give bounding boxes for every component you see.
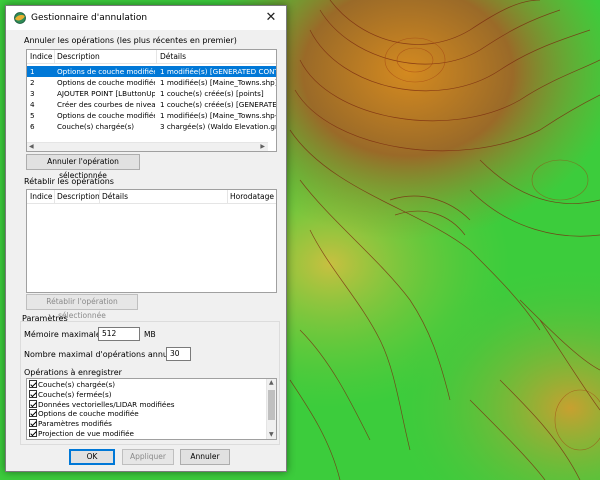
undo-cell-index: 5	[30, 111, 35, 120]
memory-unit: MB	[144, 330, 156, 339]
checkbox-checked-icon[interactable]	[29, 429, 37, 437]
checkbox-checked-icon[interactable]	[29, 380, 37, 388]
undo-cell-details: 1 modifiée(s) [Maine_Towns.shp]	[160, 78, 277, 87]
undo-cell-details: 3 chargée(s) (Waldo Elevation.gm	[160, 122, 277, 131]
column-header-description[interactable]: Description	[57, 52, 100, 61]
undo-cell-description: Couche(s) chargée(s)	[57, 122, 135, 131]
ops-checklist-item[interactable]: Projection de vue modifiée	[29, 429, 134, 438]
column-header-details[interactable]: Détails	[102, 192, 128, 201]
undo-list-row[interactable]: 2 Options de couche modifiée 1 modifiée(s)…	[27, 77, 277, 88]
ops-checklist-item[interactable]: Données vectorielles/LIDAR modifiées	[29, 399, 175, 409]
redo-section-label: Rétablir les opérations	[24, 177, 114, 186]
checkbox-checked-icon[interactable]	[29, 419, 37, 428]
close-icon[interactable]: ✕	[262, 9, 280, 27]
undo-list[interactable]: Indice Description Détails 1 Options de c…	[26, 49, 277, 152]
app-logo-icon	[14, 12, 26, 24]
undo-cell-details: 1 couche(s) créée(s) [points]	[160, 89, 264, 98]
max-ops-label: Nombre maximal d'opérations annulées :	[24, 350, 190, 359]
redo-list-header: Indice Description Détails Horodatage	[27, 190, 276, 204]
ops-checklist-item[interactable]: Paramètres modifiés	[29, 419, 112, 428]
undo-section-label: Annuler les opérations (les plus récente…	[24, 36, 237, 45]
dialog-title: Gestionnaire d'annulation	[31, 13, 148, 23]
column-header-index[interactable]: Indice	[30, 52, 53, 61]
column-header-timestamp[interactable]: Horodatage	[230, 192, 274, 201]
checkbox-checked-icon[interactable]	[29, 409, 37, 418]
scroll-right-icon[interactable]: ▶	[260, 143, 265, 151]
undo-list-header: Indice Description Détails	[27, 50, 276, 64]
column-header-description[interactable]: Description	[57, 192, 100, 201]
ops-checklist-item[interactable]: Couche(s) chargée(s)	[29, 380, 115, 389]
undo-cell-index: 6	[30, 122, 35, 131]
redo-selected-button[interactable]: Rétablir l'opération sélectionnée	[26, 294, 138, 320]
column-header-index[interactable]: Indice	[30, 192, 53, 201]
undo-list-row[interactable]: 4 Créer des courbes de niveau 1 couche(s) …	[27, 99, 277, 110]
ops-item-label: Options de couche modifiée	[38, 409, 139, 419]
undo-cell-description: Créer des courbes de niveau	[57, 100, 155, 109]
memory-input[interactable]: 512	[98, 327, 140, 341]
scroll-down-icon[interactable]: ▼	[269, 431, 274, 439]
undo-list-row[interactable]: 3 AJOUTER POINT [LButtonUp] 1 couche(s) cr…	[27, 88, 276, 99]
ops-checklist-item[interactable]: Couche(s) fermée(s)	[29, 389, 112, 399]
undo-cell-description: Options de couche modifiée	[57, 67, 155, 76]
cancel-button[interactable]: Annuler	[180, 449, 230, 465]
column-header-details[interactable]: Détails	[160, 52, 186, 61]
title-bar[interactable]: Gestionnaire d'annulation ✕	[6, 6, 286, 30]
undo-list-row[interactable]: 6 Couche(s) chargée(s) 3 chargée(s) (Waldo…	[27, 121, 277, 132]
undo-cell-index: 1	[30, 67, 35, 76]
ops-item-label: Couche(s) chargée(s)	[38, 380, 116, 389]
undo-cell-index: 3	[30, 89, 35, 98]
undo-cell-description: AJOUTER POINT [LButtonUp]	[57, 89, 155, 98]
undo-cell-index: 4	[30, 100, 35, 109]
ops-item-label: Couche(s) fermée(s)	[38, 389, 112, 399]
checkbox-checked-icon[interactable]	[29, 399, 37, 408]
ops-item-label: Paramètres modifiés	[38, 419, 112, 429]
undo-cell-description: Options de couche modifiée	[57, 78, 155, 87]
ops-checklist-item[interactable]: Options de couche modifiée	[29, 409, 139, 418]
ops-item-label: Projection de vue modifiée	[38, 429, 134, 438]
ops-checklist[interactable]: Couche(s) chargée(s) Couche(s) fermée(s) D…	[26, 378, 277, 440]
ok-button[interactable]: OK	[69, 449, 115, 465]
ops-label: Opérations à enregistrer	[24, 368, 122, 377]
undo-cell-description: Options de couche modifiée	[57, 111, 155, 120]
scroll-up-icon[interactable]: ▲	[269, 379, 274, 387]
undo-cell-details: 1 modifiée(s) [Maine_Towns.shp--	[160, 111, 277, 120]
memory-label: Mémoire maximale :	[24, 330, 107, 339]
checkbox-checked-icon[interactable]	[29, 389, 37, 398]
scroll-thumb[interactable]	[268, 390, 275, 420]
ops-vscrollbar[interactable]: ▲ ▼	[266, 379, 276, 439]
apply-button[interactable]: Appliquer	[122, 449, 174, 465]
undo-cell-details: 1 modifiée(s) [GENERATED CONTO	[160, 67, 277, 76]
undo-manager-dialog: Gestionnaire d'annulation ✕ Annuler les …	[5, 5, 287, 472]
undo-cell-index: 2	[30, 78, 35, 87]
redo-list[interactable]: Indice Description Détails Horodatage	[26, 189, 277, 293]
undo-list-row[interactable]: 1 Options de couche modifiée 1 modifiée(s)…	[27, 66, 277, 77]
undo-cell-details: 1 couche(s) créée(s) [GENERATED	[160, 100, 277, 109]
undo-list-row[interactable]: 5 Options de couche modifiée 1 modifiée(s)…	[27, 110, 277, 121]
ops-item-label: Données vectorielles/LIDAR modifiées	[38, 399, 175, 409]
undo-selected-button[interactable]: Annuler l'opération sélectionnée	[26, 154, 140, 180]
undo-hscrollbar[interactable]: ◀ ▶	[27, 142, 268, 151]
scroll-left-icon[interactable]: ◀	[29, 143, 34, 151]
max-ops-input[interactable]: 30	[166, 347, 191, 361]
